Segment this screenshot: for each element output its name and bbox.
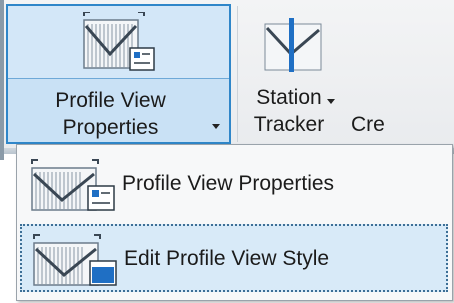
menu-item-label: Profile View Properties <box>122 172 335 195</box>
ribbon-separator <box>237 6 238 142</box>
chevron-down-icon <box>212 124 220 129</box>
menu-item-label: Edit Profile View Style <box>124 247 330 270</box>
truncated-ribbon-label: Cre <box>351 113 385 136</box>
profile-view-properties-icon <box>31 159 115 211</box>
profile-view-properties-menu: Profile View Properties Edit Profile Vie… <box>16 144 453 301</box>
profile-view-properties-icon <box>83 12 155 71</box>
menu-item-edit-profile-view-style[interactable]: Edit Profile View Style <box>20 224 448 292</box>
edit-profile-view-style-icon <box>33 234 117 286</box>
chevron-down-icon <box>327 99 335 104</box>
menu-item-profile-view-properties[interactable]: Profile View Properties <box>20 151 448 219</box>
profile-view-properties-split-button[interactable]: Profile View Properties <box>6 4 231 144</box>
profile-view-properties-button-top[interactable] <box>8 6 229 79</box>
station-tracker-icon <box>264 18 322 72</box>
profile-view-properties-label: Profile View Properties <box>55 89 166 139</box>
station-tracker-button[interactable]: Station Tracker <box>243 4 345 144</box>
profile-view-properties-dropdown-button[interactable]: Profile View Properties <box>8 79 229 142</box>
station-tracker-label: Station Tracker <box>253 86 325 136</box>
ribbon-left-edge <box>0 0 4 160</box>
